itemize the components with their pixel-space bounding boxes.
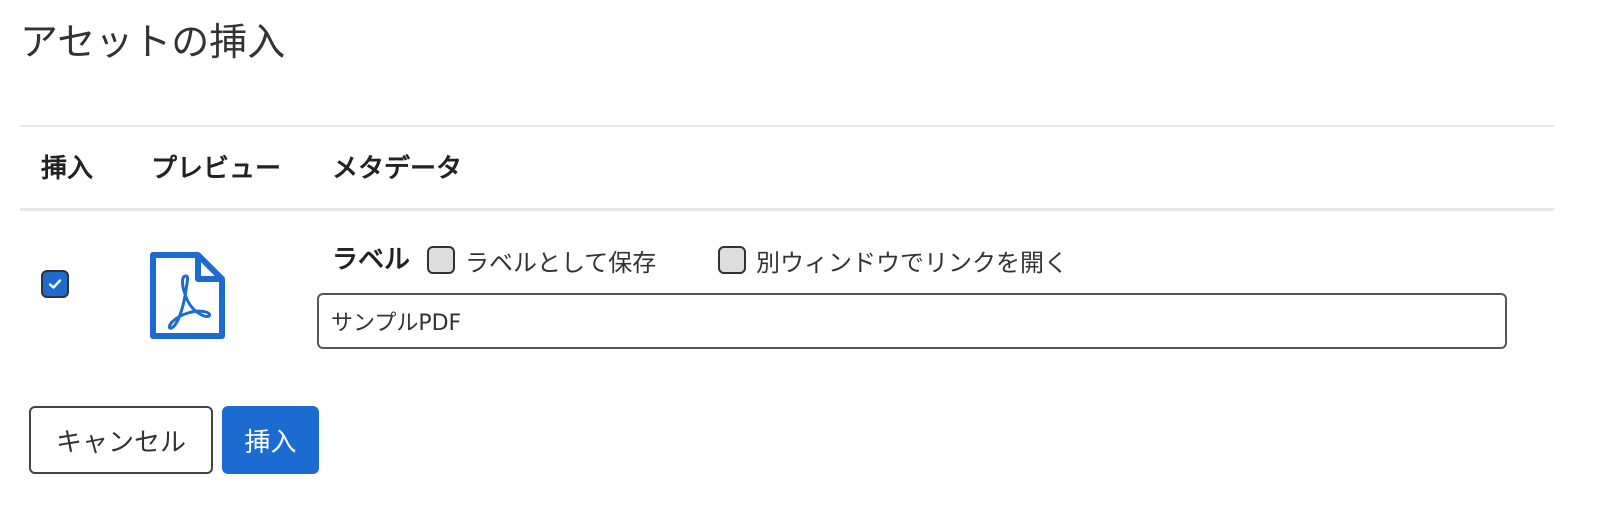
pdf-file-icon <box>150 252 225 339</box>
table-header: 挿入 プレビュー メタデータ <box>20 125 1554 211</box>
insert-button[interactable]: 挿入 <box>222 406 319 474</box>
save-as-label-text: ラベルとして保存 <box>465 248 657 277</box>
open-new-window-option[interactable]: 別ウィンドウでリンクを開く <box>718 237 1068 283</box>
page-title: アセットの挿入 <box>20 20 286 64</box>
column-header-preview: プレビュー <box>151 154 282 184</box>
column-header-metadata: メタデータ <box>332 154 463 184</box>
cancel-button[interactable]: キャンセル <box>29 406 213 474</box>
save-as-label-checkbox[interactable] <box>427 246 455 274</box>
open-new-window-text: 別ウィンドウでリンクを開く <box>756 248 1068 277</box>
column-header-insert: 挿入 <box>41 154 94 184</box>
checkmark-icon <box>48 279 62 289</box>
metadata-cell: ラベル ラベルとして保存 別ウィンドウでリンクを開く <box>332 237 1528 283</box>
label-input-wrapper <box>317 293 1507 349</box>
open-new-window-checkbox[interactable] <box>718 246 746 274</box>
save-as-label-option[interactable]: ラベルとして保存 <box>427 237 656 283</box>
label-input[interactable] <box>317 293 1507 349</box>
label-title: ラベル <box>332 245 411 275</box>
insert-checkbox[interactable] <box>41 270 69 298</box>
